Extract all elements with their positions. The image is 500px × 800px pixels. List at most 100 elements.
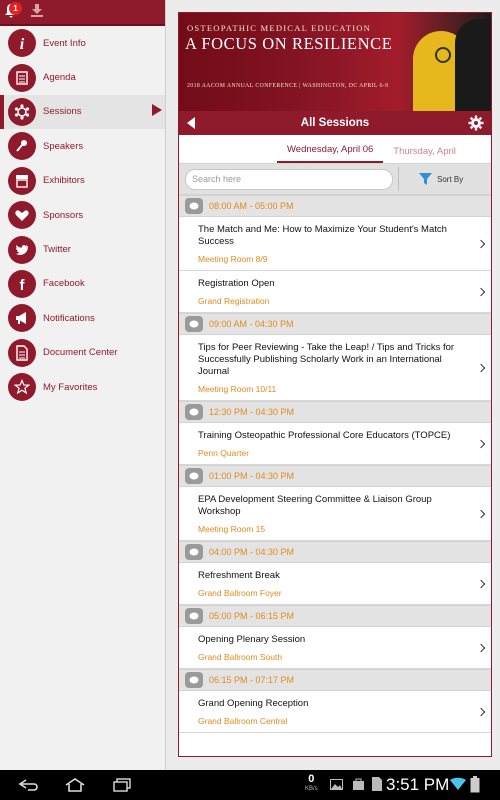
- sidebar-item-speakers[interactable]: Speakers: [0, 129, 165, 163]
- document-icon: [8, 338, 36, 367]
- filter-icon: [419, 173, 432, 185]
- sidebar-item-twitter[interactable]: Twitter: [0, 232, 165, 266]
- wifi-icon: [450, 777, 466, 790]
- svg-text:i: i: [20, 36, 25, 51]
- chevron-right-icon: [476, 579, 486, 588]
- time-slot: 01:00 PM - 04:30 PM: [209, 471, 295, 481]
- recent-apps-icon[interactable]: [112, 778, 132, 792]
- session-title: Grand Opening Reception: [198, 698, 309, 709]
- search-bar: Sort By: [179, 163, 491, 195]
- sidebar-item-label: Notifications: [43, 312, 95, 324]
- info-icon: i: [8, 29, 36, 58]
- session-title: Registration Open: [198, 278, 275, 289]
- home-icon[interactable]: [64, 778, 86, 792]
- battery-icon: [470, 776, 480, 793]
- session-item[interactable]: The Match and Me: How to Maximize Your S…: [179, 217, 491, 271]
- back-arrow-icon[interactable]: [187, 117, 195, 129]
- time-slot-header: 12:30 PM - 04:30 PM: [179, 401, 491, 423]
- session-room: Grand Registration: [198, 296, 270, 306]
- session-item[interactable]: Registration Open Grand Registration: [179, 271, 491, 313]
- sidebar-item-agenda[interactable]: Agenda: [0, 60, 165, 94]
- back-icon[interactable]: [18, 779, 40, 791]
- time-slot-header: 06:15 PM - 07:17 PM: [179, 669, 491, 691]
- session-item[interactable]: Refreshment Break Grand Ballroom Foyer: [179, 563, 491, 605]
- booth-icon: [8, 166, 36, 195]
- network-speed: 0 KB/s: [305, 773, 318, 793]
- megaphone-icon: [8, 304, 36, 333]
- sidebar-item-notifications[interactable]: Notifications: [0, 301, 165, 335]
- sidebar-item-label: My Favorites: [43, 381, 98, 393]
- session-room: Meeting Room 10/11: [198, 384, 277, 394]
- notification-bell-icon[interactable]: 1: [4, 2, 22, 21]
- microphone-icon: [8, 132, 36, 161]
- tab-wednesday[interactable]: Wednesday, April 06: [277, 144, 384, 163]
- sidebar-item-label: Exhibitors: [43, 175, 85, 187]
- agenda-icon: [8, 63, 36, 92]
- sidebar-item-my-favorites[interactable]: My Favorites: [0, 370, 165, 404]
- time-slot: 09:00 AM - 04:30 PM: [209, 319, 294, 329]
- facebook-icon: f: [8, 269, 36, 298]
- time-slot-header: 08:00 AM - 05:00 PM: [179, 195, 491, 217]
- banner-subtitle: OSTEOPATHIC MEDICAL EDUCATION: [187, 23, 372, 33]
- handshake-icon: [8, 201, 36, 230]
- time-slot: 06:15 PM - 07:17 PM: [209, 675, 295, 685]
- chat-bubble-icon: [185, 608, 203, 624]
- sessions-icon: [8, 97, 36, 126]
- chat-bubble-icon: [185, 468, 203, 484]
- session-room: Grand Ballroom Central: [198, 716, 288, 726]
- session-item[interactable]: Tips for Peer Reviewing - Take the Leap!…: [179, 335, 491, 401]
- status-clock: 3:51 PM: [386, 775, 450, 794]
- session-item[interactable]: Opening Plenary Session Grand Ballroom S…: [179, 627, 491, 669]
- time-slot: 05:00 PM - 06:15 PM: [209, 611, 295, 621]
- download-icon[interactable]: [30, 3, 44, 22]
- session-title: Refreshment Break: [198, 570, 280, 581]
- tab-thursday[interactable]: Thursday, April: [383, 146, 466, 163]
- chevron-right-icon: [476, 439, 486, 448]
- system-nav-bar: 0 KB/s 3:51 PM: [0, 770, 500, 800]
- time-slot-header: 05:00 PM - 06:15 PM: [179, 605, 491, 627]
- session-title: Training Osteopathic Professional Core E…: [198, 430, 451, 441]
- gear-icon[interactable]: [467, 114, 485, 132]
- selected-arrow-icon: [152, 104, 162, 116]
- session-room: Meeting Room 15: [198, 524, 266, 534]
- sessions-panel: OSTEOPATHIC MEDICAL EDUCATION A FOCUS ON…: [178, 12, 492, 757]
- sidebar-item-document-center[interactable]: Document Center: [0, 336, 165, 370]
- session-list: 08:00 AM - 05:00 PM The Match and Me: Ho…: [179, 195, 491, 733]
- chat-bubble-icon: [185, 544, 203, 560]
- sidebar: 1 i Event Info Agenda Sessions Speakers …: [0, 0, 166, 770]
- search-input[interactable]: [185, 168, 393, 190]
- chevron-right-icon: [476, 643, 486, 652]
- sidebar-item-label: Twitter: [43, 244, 71, 256]
- time-slot-header: 04:00 PM - 04:30 PM: [179, 541, 491, 563]
- sidebar-item-facebook[interactable]: f Facebook: [0, 267, 165, 301]
- page-title: All Sessions: [300, 117, 370, 129]
- chevron-right-icon: [476, 287, 486, 296]
- session-room: Grand Ballroom Foyer: [198, 588, 282, 598]
- chevron-right-icon: [476, 707, 486, 716]
- sort-by-button[interactable]: Sort By: [419, 173, 463, 185]
- session-title: Opening Plenary Session: [198, 634, 306, 645]
- sidebar-item-event-info[interactable]: i Event Info: [0, 26, 165, 60]
- time-slot: 04:00 PM - 04:30 PM: [209, 547, 295, 557]
- time-slot: 08:00 AM - 05:00 PM: [209, 201, 294, 211]
- magnifier-icon: [435, 47, 451, 63]
- conference-banner: OSTEOPATHIC MEDICAL EDUCATION A FOCUS ON…: [179, 13, 491, 111]
- sidebar-item-label: Facebook: [43, 278, 85, 290]
- sidebar-item-label: Event Info: [43, 37, 86, 49]
- sidebar-item-sessions[interactable]: Sessions: [0, 94, 165, 130]
- sidebar-item-sponsors[interactable]: Sponsors: [0, 198, 165, 232]
- sidebar-item-label: Speakers: [43, 140, 84, 152]
- chat-bubble-icon: [185, 316, 203, 332]
- banner-silhouette: [455, 19, 491, 111]
- session-item[interactable]: Training Osteopathic Professional Core E…: [179, 423, 491, 465]
- session-room: Grand Ballroom South: [198, 652, 283, 662]
- session-room: Meeting Room 8/9: [198, 254, 268, 264]
- time-slot: 12:30 PM - 04:30 PM: [209, 407, 295, 417]
- sidebar-item-exhibitors[interactable]: Exhibitors: [0, 164, 165, 198]
- divider: [398, 167, 399, 191]
- session-item[interactable]: Grand Opening Reception Grand Ballroom C…: [179, 691, 491, 733]
- session-room: Penn Quarter: [198, 448, 250, 458]
- star-icon: [8, 373, 36, 402]
- session-item[interactable]: EPA Development Steering Committee & Lia…: [179, 487, 491, 541]
- sim-icon: [372, 777, 382, 791]
